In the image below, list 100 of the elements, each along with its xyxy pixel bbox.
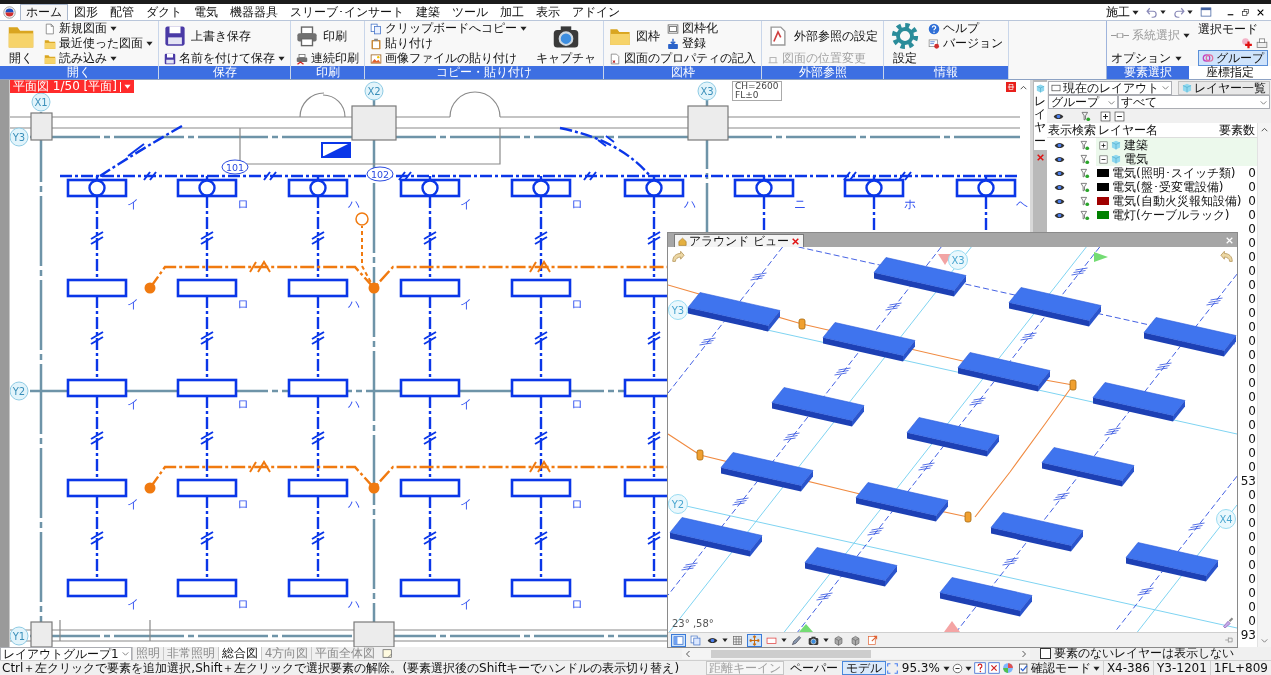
- ribbon-button[interactable]: 連続印刷: [296, 51, 359, 66]
- vertical-scrollbar[interactable]: [1257, 123, 1271, 647]
- layout-tab[interactable]: 総合図: [217, 647, 261, 660]
- caret-icon[interactable]: [964, 664, 972, 672]
- menu-tab[interactable]: 配管: [104, 4, 140, 20]
- ribbon-button[interactable]: 設定: [889, 21, 921, 66]
- layout-dropdown[interactable]: 現在のレイアウト: [1048, 80, 1172, 95]
- caret-icon[interactable]: [781, 637, 787, 643]
- menu-tab[interactable]: アドイン: [566, 4, 626, 20]
- ribbon-button[interactable]: クリップボードへコピー: [370, 21, 527, 36]
- ribbon-button[interactable]: 貼り付け: [370, 36, 527, 51]
- collapse-toggle-icon[interactable]: [1099, 154, 1108, 164]
- group-dropdown[interactable]: グループ: [1048, 95, 1118, 109]
- ribbon-button[interactable]: 登録: [667, 36, 718, 51]
- plus-icon[interactable]: [1241, 37, 1253, 49]
- ribbon-button[interactable]: 図枠: [609, 21, 660, 51]
- marker-icon[interactable]: [1006, 82, 1016, 92]
- note-icon[interactable]: [382, 648, 394, 659]
- mode-dropdown[interactable]: 施工: [1106, 5, 1139, 19]
- menu-tab[interactable]: スリーブ･インサート: [284, 4, 410, 20]
- ribbon-button[interactable]: 図枠化: [667, 21, 718, 36]
- redo-button[interactable]: [1173, 6, 1193, 18]
- menu-tab[interactable]: 電気: [188, 4, 224, 20]
- caret-icon[interactable]: [722, 637, 728, 643]
- ribbon-button[interactable]: 新規図面: [44, 21, 153, 36]
- filter-icon[interactable]: [1078, 139, 1090, 151]
- ribbon-button[interactable]: 上書き保存: [164, 21, 285, 51]
- drawing-tab[interactable]: 平面図 1/50 [平面]: [10, 80, 134, 93]
- filter-icon[interactable]: [1078, 181, 1090, 193]
- layer-list-button[interactable]: レイヤー一覧: [1178, 80, 1270, 95]
- menu-tab[interactable]: 表示: [530, 4, 566, 20]
- ribbon-button[interactable]: 読み込み: [44, 51, 153, 66]
- palette-icon[interactable]: [1001, 662, 1014, 674]
- layer-name[interactable]: 電気(自動火災報知設備): [1112, 194, 1242, 208]
- help-box-icon[interactable]: [973, 662, 986, 674]
- zoom-icon[interactable]: [951, 662, 963, 674]
- menu-tab[interactable]: 建築: [410, 4, 446, 20]
- filter-icon[interactable]: [1078, 167, 1090, 179]
- brush-icon[interactable]: [1222, 616, 1234, 628]
- layer-group-row[interactable]: 建築: [1096, 138, 1257, 152]
- menu-tab[interactable]: 加工: [494, 4, 530, 20]
- filter-dropdown[interactable]: すべて: [1118, 95, 1270, 109]
- layer-group-row[interactable]: 電気: [1096, 152, 1257, 166]
- menu-tab[interactable]: 機器器具: [224, 4, 284, 20]
- caret-icon[interactable]: [942, 664, 950, 672]
- scroll-thumb[interactable]: [711, 649, 871, 658]
- undo-button[interactable]: [1146, 6, 1166, 18]
- layer-name[interactable]: 電気(照明･スイッチ類): [1112, 166, 1236, 180]
- space-tab[interactable]: ペーパー: [785, 661, 842, 675]
- circuit-label: ロ: [571, 197, 583, 211]
- restore-icon[interactable]: [1241, 7, 1250, 17]
- ribbon-button[interactable]: ヘルプ: [928, 21, 1003, 36]
- layer-name[interactable]: 電気(盤･受変電設備): [1112, 180, 1224, 194]
- horizontal-scrollbar[interactable]: [682, 648, 1030, 659]
- tray-icon[interactable]: [1256, 37, 1268, 49]
- group-toggle-button[interactable]: グループ: [1198, 50, 1268, 66]
- ribbon-button[interactable]: バージョン: [928, 36, 1003, 51]
- menu-tab[interactable]: ダクト: [140, 4, 188, 20]
- coordinate-readout: X4-386: [1102, 661, 1153, 675]
- filter-icon[interactable]: [1078, 153, 1090, 165]
- ribbon-button[interactable]: 印刷: [296, 21, 359, 51]
- view-tab[interactable]: アラウンド ビュー: [674, 234, 804, 247]
- light-fixture: [510, 278, 572, 298]
- selection-tab[interactable]: 要素選択: [1107, 66, 1189, 79]
- space-tab[interactable]: モデル: [841, 661, 886, 675]
- selection-tab[interactable]: 座標指定: [1189, 66, 1271, 79]
- ribbon-button[interactable]: 開く: [5, 21, 37, 66]
- column-header[interactable]: 要素数: [1219, 123, 1257, 137]
- caret-icon[interactable]: [823, 637, 829, 643]
- expand-toggle-icon[interactable]: [1099, 140, 1108, 150]
- check-mode-dropdown[interactable]: 確認モード: [1014, 661, 1103, 675]
- column-header[interactable]: 検索: [1072, 123, 1096, 137]
- collapse-all-icon[interactable]: [1114, 110, 1125, 122]
- fit-icon[interactable]: [886, 662, 898, 674]
- column-header[interactable]: レイヤー名: [1096, 123, 1219, 137]
- menu-tab[interactable]: ツール: [446, 4, 494, 20]
- cube-icon: [1182, 82, 1192, 93]
- element-count: 0: [1248, 600, 1256, 614]
- side-tab[interactable]: レイヤー: [1033, 82, 1047, 150]
- options-dropdown[interactable]: オプション: [1111, 49, 1190, 67]
- ribbon-button[interactable]: キャプチャ: [534, 21, 598, 66]
- zoom-value[interactable]: 95.3%: [898, 661, 942, 675]
- ribbon-button[interactable]: 画像ファイルの貼り付け: [370, 51, 527, 66]
- filter-icon[interactable]: [1078, 195, 1090, 207]
- structural-column: [30, 621, 53, 647]
- ribbon-button[interactable]: 名前を付けて保存: [164, 51, 285, 66]
- ribbon-button[interactable]: 最近使った図面: [44, 36, 153, 51]
- filter-icon[interactable]: [1078, 209, 1090, 221]
- ribbon-button[interactable]: 外部参照の設定: [767, 21, 878, 51]
- checkbox[interactable]: [1040, 648, 1051, 659]
- expand-all-icon[interactable]: [1100, 110, 1111, 122]
- filter-icon[interactable]: [1080, 110, 1091, 122]
- menu-tab[interactable]: ホーム: [20, 4, 68, 20]
- window-icon[interactable]: [1200, 6, 1212, 18]
- cross-box-icon[interactable]: [987, 662, 1000, 674]
- column-header[interactable]: 表示: [1047, 123, 1072, 137]
- ribbon-button[interactable]: 図面のプロパティの記入: [609, 51, 756, 66]
- menu-tab[interactable]: 図形: [68, 4, 104, 20]
- layer-name[interactable]: 電灯(ケーブルラック): [1112, 208, 1230, 222]
- close-icon[interactable]: [1256, 7, 1265, 17]
